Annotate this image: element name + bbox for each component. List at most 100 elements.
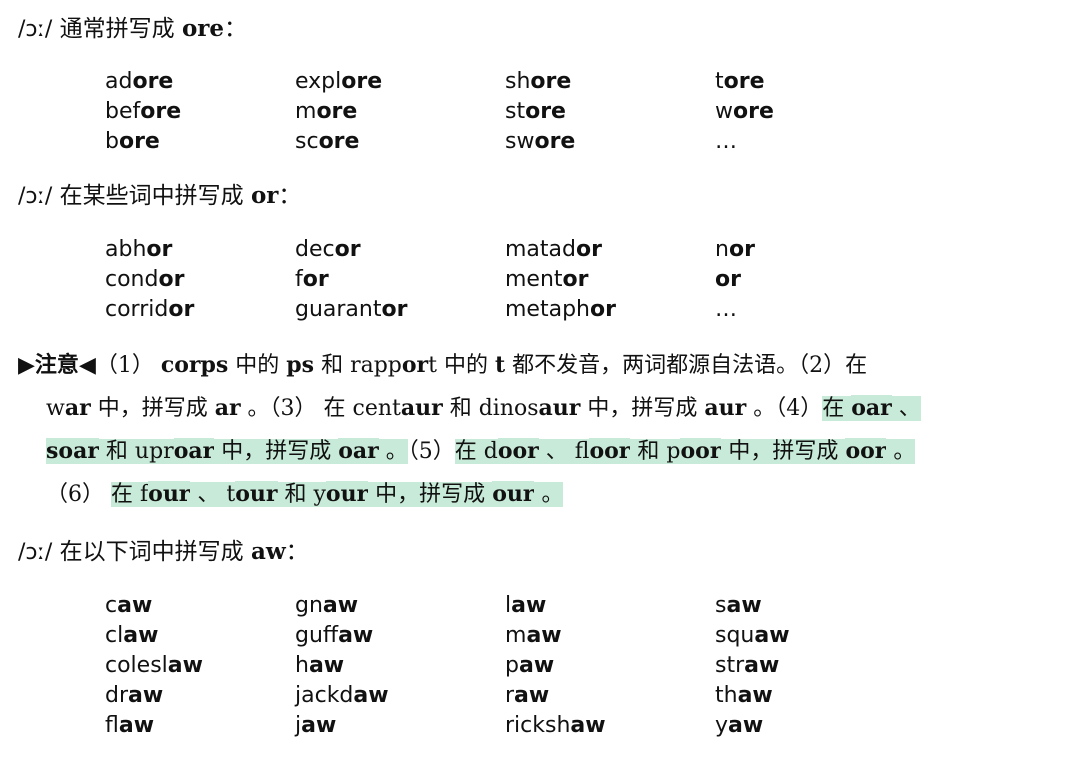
highlighted-text: 在 f xyxy=(111,482,149,507)
word-spelling: aw xyxy=(754,623,790,648)
word-stem: m xyxy=(505,623,527,648)
note-run: 和 rapp xyxy=(314,353,402,378)
section-heading-or: /ɔː/ 在某些词中拼写成 or： xyxy=(18,181,301,212)
word-entry: bore xyxy=(105,127,295,157)
word-stem: abh xyxy=(105,237,147,262)
note-line-1: ▶注意◀（1） corps 中的 ps 和 rapport 中的 t 都不发音，… xyxy=(18,344,1048,387)
note-run: ar xyxy=(214,395,241,421)
note-run: aur xyxy=(538,395,581,421)
word-stem: h xyxy=(295,653,309,678)
word-entry: score xyxy=(295,127,505,157)
heading-text: 通常拼写成 xyxy=(52,16,182,42)
word-stem: matad xyxy=(505,237,576,262)
word-entry: … xyxy=(715,295,915,325)
note-run: aur xyxy=(400,395,443,421)
word-stem: sw xyxy=(505,129,535,154)
word-entry: swore xyxy=(505,127,715,157)
word-spelling: aw xyxy=(118,713,155,738)
word-entry: thaw xyxy=(715,681,915,711)
word-spelling: aw xyxy=(338,623,374,648)
word-stem: colesl xyxy=(105,653,168,678)
word-spelling: or xyxy=(168,297,195,322)
word-stem: guff xyxy=(295,623,339,648)
word-spelling: aw xyxy=(570,713,606,738)
highlighted-text: 。 xyxy=(886,439,916,464)
word-spelling: ore xyxy=(132,69,174,94)
word-entry: gnaw xyxy=(295,591,505,621)
note-run: 和 dinos xyxy=(442,396,539,421)
ipa-symbol: /ɔː/ xyxy=(18,540,53,565)
note-run: w xyxy=(46,396,65,421)
highlighted-text: 和 y xyxy=(277,482,326,507)
word-entry: law xyxy=(505,591,715,621)
word-stem: st xyxy=(505,99,526,124)
word-spelling: or xyxy=(334,237,361,262)
word-stem: squ xyxy=(715,623,755,648)
highlighted-text: 、 fl xyxy=(538,439,590,464)
highlighted-text: oor xyxy=(845,438,887,464)
note-line-4: （6） 在 four 、 tour 和 your 中，拼写成 our 。 xyxy=(18,473,1048,516)
word-spelling: aw xyxy=(728,713,764,738)
word-entry: corridor xyxy=(105,295,295,325)
word-entry: maw xyxy=(505,621,715,651)
highlighted-text: 在 xyxy=(822,396,852,421)
heading-spelling: ore xyxy=(181,15,225,42)
word-grid-or: abhor decor matador nor condor for mentor or cor… xyxy=(105,235,915,325)
word-spelling: aw xyxy=(744,653,780,678)
word-spelling: ore xyxy=(723,69,765,94)
word-entry: coleslaw xyxy=(105,651,295,681)
word-spelling: ore xyxy=(525,99,566,124)
note-run: 。（3） 在 cent xyxy=(240,396,401,421)
word-entry: … xyxy=(715,127,915,157)
highlighted-text: 中，拼写成 xyxy=(368,482,493,507)
word-grid-ore: adore explore shore tore before more store wore… xyxy=(105,67,915,157)
word-stem: r xyxy=(505,683,515,708)
word-entry: paw xyxy=(505,651,715,681)
word-spelling: ore xyxy=(534,129,576,154)
word-entry: store xyxy=(505,97,715,127)
word-entry: condor xyxy=(105,265,295,295)
word-entry: nor xyxy=(715,235,915,265)
note-line-2: war 中，拼写成 ar 。（3） 在 centaur 和 dinosaur 中… xyxy=(18,387,1048,430)
note-line-3: soar 和 uproar 中，拼写成 oar 。（5）在 door 、 flo… xyxy=(18,430,1048,473)
highlighted-text: 和 upr xyxy=(98,439,174,464)
word-spelling: ore xyxy=(316,99,358,124)
note-end-marker: ◀ xyxy=(78,353,96,378)
heading-text: 在某些词中拼写成 xyxy=(52,183,251,209)
note-label: 注意 xyxy=(34,353,79,378)
highlighted-text: 。 xyxy=(534,482,564,507)
word-spelling: aw xyxy=(353,683,389,708)
highlighted-text: 、 t xyxy=(190,482,236,507)
word-stem: gn xyxy=(295,593,323,618)
note-run: 中的 xyxy=(228,353,287,378)
word-stem: s xyxy=(715,593,727,618)
word-stem: p xyxy=(505,653,519,678)
word-stem: dr xyxy=(105,683,129,708)
ipa-symbol: /ɔː/ xyxy=(18,184,53,209)
note-run: or xyxy=(401,352,429,378)
highlighted-text: 在 d xyxy=(454,439,498,464)
note-text: （1） corps 中的 ps 和 rapport 中的 t 都不发音，两词都源… xyxy=(96,352,867,378)
word-spelling: aw xyxy=(308,653,345,678)
word-entry: haw xyxy=(295,651,505,681)
heading-spelling: or xyxy=(250,182,279,209)
highlighted-text: our xyxy=(492,481,535,507)
word-entry: or xyxy=(715,265,915,295)
word-stem: ment xyxy=(505,267,563,292)
word-stem: c xyxy=(105,593,118,618)
word-entry: rickshaw xyxy=(505,711,715,741)
highlighted-text: oar xyxy=(338,438,379,464)
word-entry: caw xyxy=(105,591,295,621)
word-spelling: or xyxy=(728,237,755,262)
word-stem: ad xyxy=(105,69,133,94)
word-spelling: aw xyxy=(301,713,337,738)
highlighted-text: oar xyxy=(173,438,215,464)
word-stem: … xyxy=(715,129,737,154)
highlighted-text: oor xyxy=(680,438,722,464)
word-spelling: aw xyxy=(322,593,359,618)
word-stem: … xyxy=(715,297,737,322)
heading-colon: ： xyxy=(278,183,302,209)
word-entry: tore xyxy=(715,67,915,97)
word-spelling: aw xyxy=(518,653,555,678)
word-entry: raw xyxy=(505,681,715,711)
